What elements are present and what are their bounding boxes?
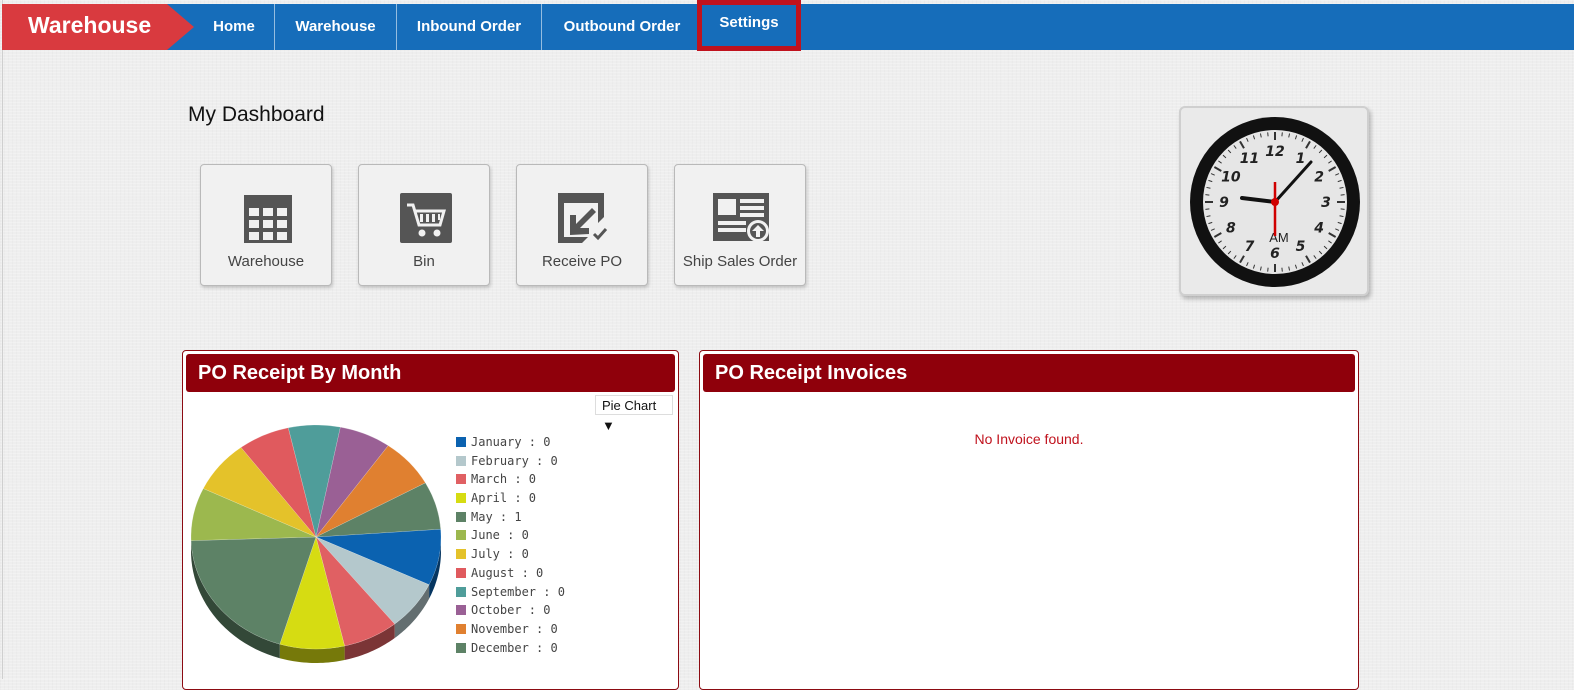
tile-label: Receive PO xyxy=(517,253,647,270)
legend-label: December : 0 xyxy=(471,641,558,655)
legend-swatch xyxy=(456,493,466,503)
panel-po-receipt-invoices: PO Receipt Invoices No Invoice found. xyxy=(699,350,1359,690)
shopping-cart-icon xyxy=(400,193,452,245)
legend-item: November : 0 xyxy=(456,622,565,641)
empty-message: No Invoice found. xyxy=(700,431,1358,447)
legend-label: September : 0 xyxy=(471,585,565,599)
brand-logo[interactable]: Warehouse xyxy=(2,4,167,50)
legend-swatch xyxy=(456,605,466,615)
ship-upload-icon xyxy=(713,193,771,245)
legend-label: May : 1 xyxy=(471,510,522,524)
tile-label: Ship Sales Order xyxy=(675,253,805,270)
clock-numeral: 5 xyxy=(1296,239,1306,255)
clock-numeral: 10 xyxy=(1221,170,1241,186)
legend-label: October : 0 xyxy=(471,603,550,617)
chart-legend: January : 0 February : 0 March : 0 April : … xyxy=(456,435,565,659)
legend-item: February : 0 xyxy=(456,454,565,473)
clock-numeral: 11 xyxy=(1240,151,1259,167)
nav-inbound-order[interactable]: Inbound Order xyxy=(397,4,541,50)
panel-po-receipt-by-month: PO Receipt By Month Pie Chart ▼ January … xyxy=(182,350,679,690)
tile-receive-po[interactable]: Receive PO xyxy=(516,164,648,286)
legend-swatch xyxy=(456,624,466,634)
legend-label: March : 0 xyxy=(471,472,536,486)
legend-swatch xyxy=(456,530,466,540)
legend-item: March : 0 xyxy=(456,472,565,491)
legend-label: June : 0 xyxy=(471,528,529,542)
legend-swatch xyxy=(456,512,466,522)
nav-settings[interactable]: Settings xyxy=(697,0,801,51)
legend-label: January : 0 xyxy=(471,435,550,449)
tile-ship-sales-order[interactable]: Ship Sales Order xyxy=(674,164,806,286)
clock-numeral: 6 xyxy=(1270,246,1280,262)
chart-type-select[interactable]: Pie Chart ▼ xyxy=(595,395,673,415)
brand-arrow xyxy=(167,4,194,50)
legend-item: December : 0 xyxy=(456,641,565,660)
legend-item: August : 0 xyxy=(456,566,565,585)
panel-title: PO Receipt Invoices xyxy=(703,354,1355,392)
tile-bin[interactable]: Bin xyxy=(358,164,490,286)
clock-numeral: 7 xyxy=(1245,239,1255,255)
tile-label: Warehouse xyxy=(201,253,331,270)
legend-swatch xyxy=(456,549,466,559)
dashboard-title: My Dashboard xyxy=(188,103,325,127)
legend-item: April : 0 xyxy=(456,491,565,510)
legend-label: July : 0 xyxy=(471,547,529,561)
legend-label: August : 0 xyxy=(471,566,543,580)
tile-label: Bin xyxy=(359,253,489,270)
tile-warehouse[interactable]: Warehouse xyxy=(200,164,332,286)
legend-swatch xyxy=(456,474,466,484)
nav-warehouse[interactable]: Warehouse xyxy=(275,4,396,50)
clock-numeral: 4 xyxy=(1313,221,1324,237)
clock-center xyxy=(1271,198,1279,206)
clock-numeral: 9 xyxy=(1219,195,1229,211)
legend-item: October : 0 xyxy=(456,603,565,622)
nav-home[interactable]: Home xyxy=(194,4,274,50)
table-grid-icon xyxy=(242,193,294,245)
legend-swatch xyxy=(456,456,466,466)
pie-chart xyxy=(191,425,451,675)
legend-item: September : 0 xyxy=(456,585,565,604)
clock-numeral: 12 xyxy=(1265,144,1284,160)
legend-label: April : 0 xyxy=(471,491,536,505)
legend-swatch xyxy=(456,437,466,447)
legend-item: June : 0 xyxy=(456,528,565,547)
analog-clock: 12 12 3 45678 9 10 11 AM xyxy=(1189,116,1361,288)
legend-item: January : 0 xyxy=(456,435,565,454)
legend-item: May : 1 xyxy=(456,510,565,529)
legend-item: July : 0 xyxy=(456,547,565,566)
panel-title: PO Receipt By Month xyxy=(186,354,675,392)
legend-swatch xyxy=(456,587,466,597)
legend-swatch xyxy=(456,643,466,653)
clock-numeral: 3 xyxy=(1321,195,1331,211)
nav-outbound-order[interactable]: Outbound Order xyxy=(542,4,702,50)
clock-widget: 12 12 3 45678 9 10 11 AM xyxy=(1179,106,1369,296)
legend-label: February : 0 xyxy=(471,454,558,468)
clock-numeral: 8 xyxy=(1226,221,1236,237)
legend-swatch xyxy=(456,568,466,578)
clock-numeral: 2 xyxy=(1314,170,1324,186)
legend-label: November : 0 xyxy=(471,622,558,636)
clock-period: AM xyxy=(1269,230,1289,245)
receive-check-icon xyxy=(558,193,610,245)
clock-numeral: 1 xyxy=(1296,151,1306,167)
